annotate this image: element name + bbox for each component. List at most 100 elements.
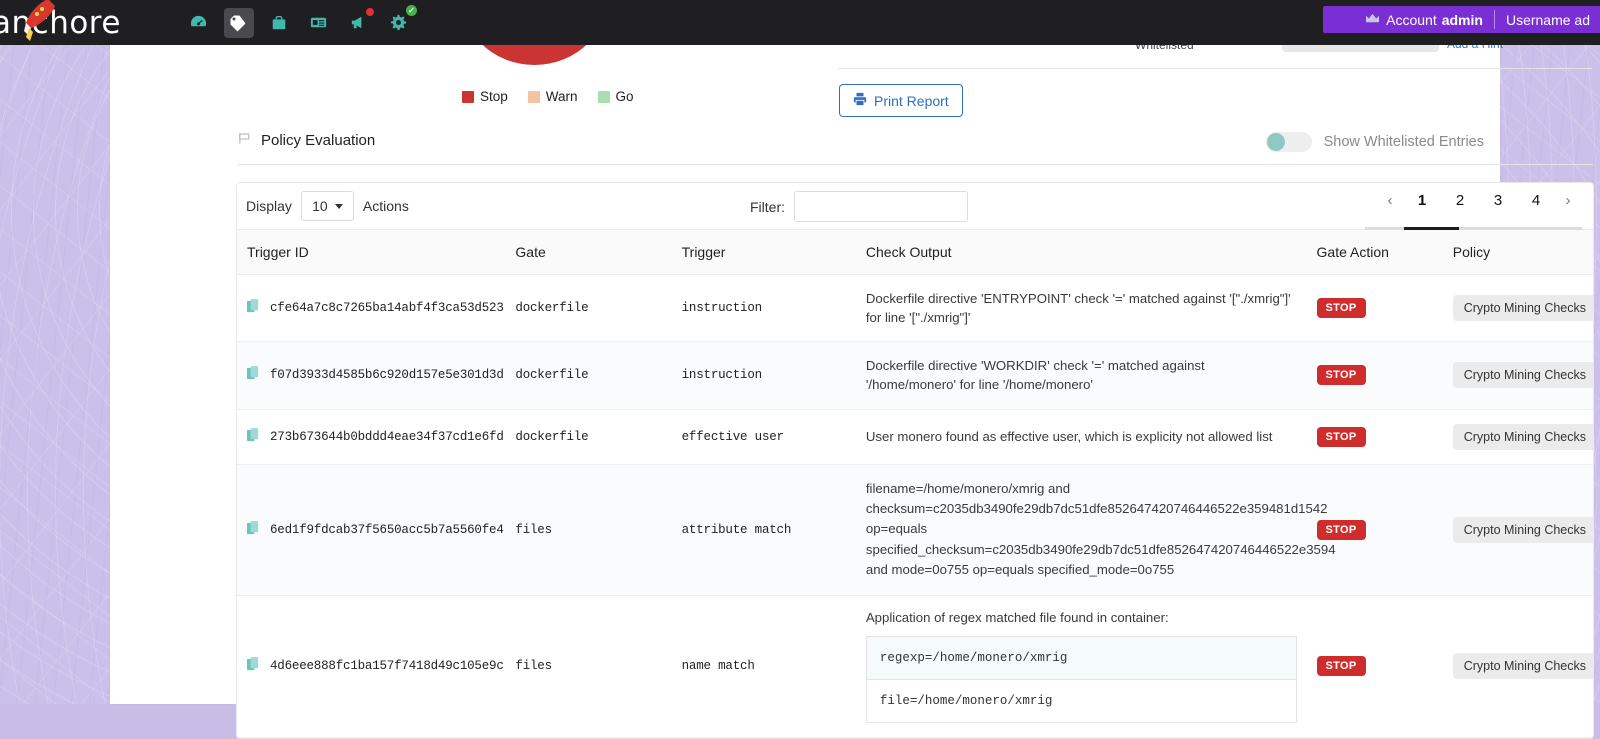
check-output-line: and mode=0o755 op=equals specified_mode=… — [865, 562, 1175, 578]
table-header-row: Trigger ID Gate Trigger Check Output Gat… — [237, 229, 1593, 275]
account-banner[interactable]: Account admin Username ad — [1323, 6, 1600, 33]
policy-button[interactable]: Crypto Mining Checks — [1452, 423, 1593, 450]
th-check-output[interactable]: Check Output — [855, 229, 1307, 275]
table-row: 4d6eee888fc1ba157f7418d49c105e9c files n… — [237, 595, 1593, 738]
cell-trigger: name match — [671, 595, 856, 738]
policy-button[interactable]: Crypto Mining Checks — [1452, 653, 1593, 680]
cell-policy: Crypto Mining Checks — [1442, 409, 1593, 465]
legend-label-stop: Stop — [480, 89, 508, 104]
cell-check-output: filename=/home/monero/xmrig and checksum… — [855, 464, 1336, 596]
cell-check-output: User monero found as effective user, whi… — [855, 409, 1307, 465]
cell-gate: files — [505, 595, 672, 738]
legend-item-stop: Stop — [462, 89, 508, 104]
filter-group: Filter: — [750, 191, 968, 222]
pagination-page-3[interactable]: 3 — [1479, 185, 1517, 216]
chart-legend: Stop Warn Go — [462, 89, 634, 104]
table-row: f07d3933d4585b6c920d157e5e301d3d dockerf… — [237, 341, 1593, 410]
status-badge: STOP — [1316, 519, 1366, 540]
printer-icon — [853, 92, 867, 109]
top-navigation-bar: anchore ✓ Account admin Username ad — [0, 0, 1600, 45]
check-output-regex-box: regexp=/home/monero/xmrig — [865, 635, 1297, 680]
check-output-text: Dockerfile directive 'WORKDIR' check '='… — [865, 358, 1205, 393]
copy-icon[interactable] — [247, 427, 260, 446]
pagination-page-1[interactable]: 1 — [1403, 185, 1441, 216]
pagination-page-4[interactable]: 4 — [1517, 185, 1555, 216]
pagination-scrollbar-thumb[interactable] — [1404, 227, 1459, 230]
legend-item-warn: Warn — [527, 89, 578, 104]
briefcase-icon[interactable] — [264, 8, 294, 38]
table-head: Trigger ID Gate Trigger Check Output Gat… — [237, 229, 1593, 275]
display-count-select[interactable]: 10 — [300, 191, 354, 221]
print-report-button[interactable]: Print Report — [839, 84, 963, 117]
trigger-id-value: cfe64a7c8c7265ba14abf4f3ca53d523 — [270, 301, 504, 316]
cell-trigger-id: 6ed1f9fdcab37f5650acc5b7a5560fe4 — [237, 464, 506, 596]
settings-gear-icon[interactable]: ✓ — [384, 4, 417, 38]
th-policy[interactable]: Policy — [1442, 229, 1593, 275]
pagination-scrollbar[interactable] — [1365, 227, 1582, 230]
legend-label-warn: Warn — [545, 89, 578, 104]
copy-icon[interactable] — [247, 366, 260, 384]
cell-policy: Crypto Mining Checks — [1442, 274, 1593, 343]
th-gate[interactable]: Gate — [505, 229, 672, 275]
divider — [237, 164, 1593, 165]
cell-trigger-id: cfe64a7c8c7265ba14abf4f3ca53d523 — [237, 274, 506, 343]
status-badge: STOP — [1316, 365, 1366, 386]
policy-evaluation-heading: Policy Evaluation — [237, 131, 375, 150]
cell-gate-action: STOP — [1306, 341, 1443, 410]
nav-icons: ✓ — [184, 4, 417, 38]
cell-policy: Crypto Mining Checks — [1442, 464, 1593, 596]
trigger-id-value: f07d3933d4585b6c920d157e5e301d3d — [270, 368, 504, 383]
dashboard-icon[interactable] — [184, 8, 214, 38]
cell-check-output: Dockerfile directive 'ENTRYPOINT' check … — [855, 274, 1307, 343]
th-trigger[interactable]: Trigger — [671, 229, 856, 275]
filter-label: Filter: — [750, 198, 785, 215]
toggle-knob — [1266, 133, 1285, 151]
cell-check-output: Dockerfile directive 'WORKDIR' check '='… — [855, 341, 1307, 410]
table-row: 273b673644b0bddd4eae34f37cd1e6fd dockerf… — [237, 409, 1593, 465]
tags-icon[interactable] — [223, 7, 254, 38]
cell-gate: dockerfile — [505, 409, 672, 465]
trigger-id-value: 273b673644b0bddd4eae34f37cd1e6fd — [270, 429, 504, 444]
check-output-text: User monero found as effective user, whi… — [865, 428, 1273, 444]
pagination-prev[interactable]: ‹ — [1377, 185, 1403, 216]
status-badge: STOP — [1316, 298, 1366, 319]
cell-gate-action: STOP — [1306, 464, 1443, 596]
th-trigger-id[interactable]: Trigger ID — [237, 229, 506, 275]
pagination: ‹ 1 2 3 4 › — [1377, 185, 1581, 216]
copy-icon[interactable] — [247, 657, 260, 675]
trigger-id-value: 4d6eee888fc1ba157f7418d49c105e9c — [270, 659, 504, 674]
th-gate-action[interactable]: Gate Action — [1306, 229, 1443, 275]
chevron-down-icon — [334, 203, 343, 209]
alerts-megaphone-icon[interactable] — [344, 6, 375, 38]
print-report-label: Print Report — [874, 92, 949, 109]
show-whitelisted-toggle[interactable] — [1265, 132, 1312, 152]
policy-button[interactable]: Crypto Mining Checks — [1452, 516, 1593, 543]
pagination-next[interactable]: › — [1555, 185, 1581, 216]
copy-icon[interactable] — [247, 520, 260, 539]
page-title: Policy Evaluation — [261, 132, 376, 149]
cell-check-output: Application of regex matched file found … — [855, 595, 1307, 738]
cell-trigger: effective user — [671, 409, 856, 465]
table-row: cfe64a7c8c7265ba14abf4f3ca53d523 dockerf… — [237, 274, 1593, 343]
cell-trigger-id: f07d3933d4585b6c920d157e5e301d3d — [237, 341, 506, 410]
table-row: 6ed1f9fdcab37f5650acc5b7a5560fe4 files a… — [237, 464, 1593, 596]
policy-button[interactable]: Crypto Mining Checks — [1452, 362, 1593, 389]
table-controls: Display 10 Actions Filter: ‹ 1 2 3 4 › — [237, 183, 1593, 230]
reports-icon[interactable] — [304, 8, 334, 38]
check-output-line: filename=/home/monero/xmrig and — [865, 480, 1071, 496]
policy-button[interactable]: Crypto Mining Checks — [1452, 295, 1593, 322]
divider — [838, 68, 1592, 69]
cell-gate-action: STOP — [1306, 595, 1443, 738]
pagination-page-2[interactable]: 2 — [1441, 185, 1479, 216]
status-badge: STOP — [1316, 656, 1366, 677]
cell-gate: dockerfile — [505, 341, 672, 410]
cell-trigger-id: 273b673644b0bddd4eae34f37cd1e6fd — [237, 409, 506, 465]
check-output-line: checksum=c2035db3490fe29db7dc51dfe852647… — [865, 501, 1328, 517]
notification-badge — [364, 6, 375, 17]
copy-icon[interactable] — [247, 299, 260, 317]
legend-swatch-go — [597, 90, 610, 103]
trigger-id-value: 6ed1f9fdcab37f5650acc5b7a5560fe4 — [270, 522, 504, 537]
cell-gate-action: STOP — [1306, 409, 1443, 465]
show-whitelisted-toggle-row: Show Whitelisted Entries — [1265, 132, 1484, 152]
filter-input[interactable] — [794, 191, 968, 222]
